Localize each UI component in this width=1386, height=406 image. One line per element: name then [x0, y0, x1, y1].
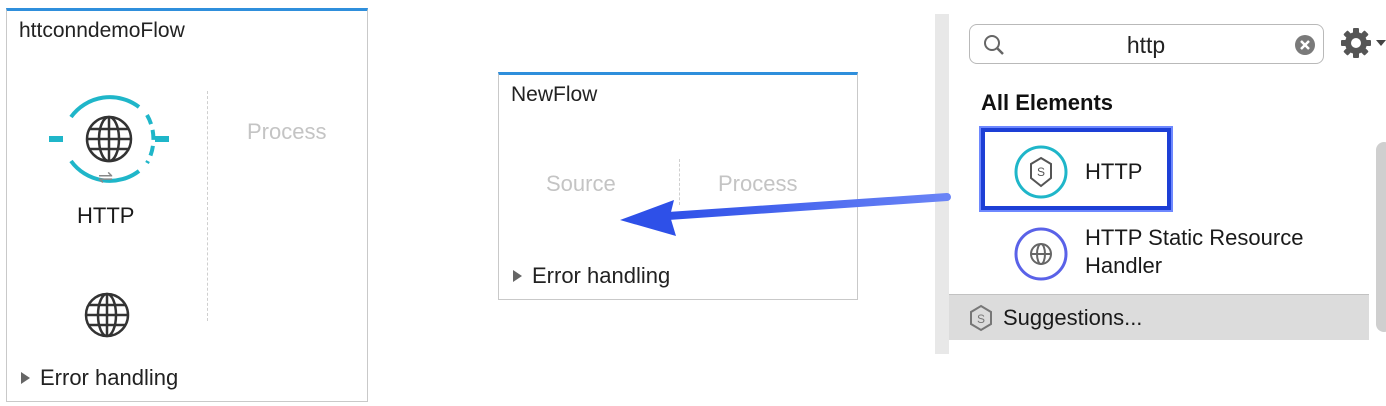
- globe-icon[interactable]: [83, 291, 131, 339]
- palette-item-label: HTTP Static Resource Handler: [1085, 225, 1304, 278]
- swap-icon: ⇌: [98, 167, 114, 187]
- drag-arrow: [620, 193, 951, 236]
- error-handling-toggle[interactable]: Error handling: [513, 263, 670, 289]
- clear-search-icon[interactable]: [1294, 34, 1316, 56]
- palette-item-http[interactable]: S HTTP: [1013, 144, 1142, 200]
- section-header-all-elements: All Elements: [981, 90, 1114, 115]
- palette-item-label: HTTP: [1085, 159, 1143, 184]
- palette-search-box[interactable]: [969, 24, 1324, 64]
- flow-divider: [207, 91, 208, 321]
- palette-item-http-static-resource[interactable]: HTTP Static Resource Handler: [1013, 224, 1303, 282]
- svg-text:S: S: [1037, 165, 1045, 179]
- search-icon: [984, 35, 1004, 55]
- http-connector-icon: S: [1014, 145, 1068, 199]
- process-placeholder: Process: [247, 119, 327, 144]
- http-static-resource-icon: [1014, 227, 1068, 281]
- search-input[interactable]: [1014, 29, 1278, 61]
- suggestions-icon: S: [970, 304, 992, 331]
- element-palette: All Elements S HTTP HTTP Static Resource…: [935, 14, 1386, 354]
- flow-title: NewFlow: [511, 83, 598, 106]
- error-handling-toggle[interactable]: Error handling: [21, 365, 178, 391]
- gear-icon: [1341, 28, 1371, 58]
- suggestions-label: Suggestions...: [1003, 304, 1143, 330]
- expand-triangle-icon: [21, 372, 30, 384]
- suggestions-button[interactable]: S Suggestions...: [949, 294, 1369, 340]
- flow-canvas-httconndemo[interactable]: httconndemoFlow ⇌ HTTP Process Error han…: [6, 8, 368, 402]
- error-handling-label: Error handling: [532, 263, 671, 288]
- palette-scrollbar[interactable]: [1376, 142, 1386, 332]
- http-component-label: HTTP: [77, 203, 135, 228]
- error-handling-label: Error handling: [40, 365, 179, 390]
- expand-triangle-icon: [513, 270, 522, 282]
- flow-title: httconndemoFlow: [19, 19, 185, 42]
- source-placeholder[interactable]: Source: [546, 171, 616, 197]
- chevron-down-icon: [1376, 40, 1386, 46]
- settings-menu-button[interactable]: [1339, 26, 1386, 60]
- svg-text:S: S: [977, 312, 985, 326]
